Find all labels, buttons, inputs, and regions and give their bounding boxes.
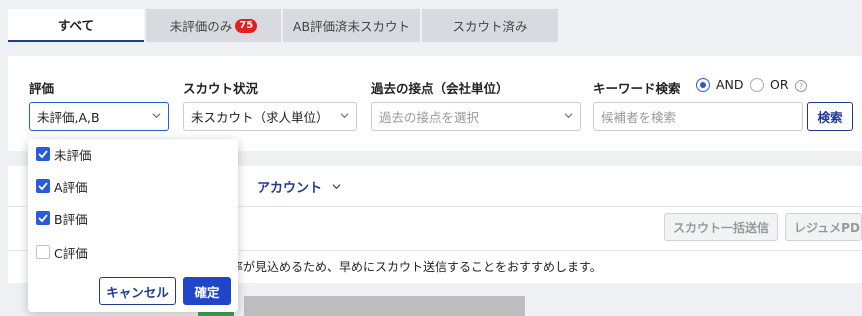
- keyword-search-input[interactable]: 候補者を検索: [593, 102, 803, 131]
- tab-bar: すべて 未評価のみ 75 AB評価済未スカウト スカウト済み: [8, 9, 560, 42]
- past-contact-placeholder: 過去の接点を選択: [379, 110, 480, 125]
- past-contact-select[interactable]: 過去の接点を選択: [371, 102, 581, 131]
- scout-status-select-value: 未スカウト（求人単位）: [191, 110, 329, 125]
- evaluation-select[interactable]: 未評価,A,B: [29, 102, 169, 131]
- past-contact-label: 過去の接点（会社単位）: [371, 81, 509, 96]
- resume-pdf-button[interactable]: レジュメPDF: [785, 213, 862, 241]
- or-radio-label: OR: [770, 77, 789, 92]
- unevaluated-count-badge: 75: [235, 18, 258, 33]
- tab-unevaluated-label: 未評価のみ: [169, 19, 233, 34]
- evaluation-label: 評価: [29, 81, 55, 96]
- tab-scouted-label: スカウト済み: [452, 19, 528, 34]
- option-label: C評価: [54, 245, 88, 261]
- confirm-button[interactable]: 確定: [183, 277, 231, 305]
- bulk-scout-button[interactable]: スカウト一括送信: [664, 213, 778, 241]
- cancel-button[interactable]: キャンセル: [99, 277, 176, 305]
- option-label: 未評価: [54, 147, 92, 163]
- tab-unevaluated[interactable]: 未評価のみ 75: [146, 9, 281, 42]
- scout-status-label: スカウト状況: [183, 81, 259, 96]
- option-a[interactable]: A評価: [36, 176, 88, 196]
- chevron-down-icon: [564, 113, 573, 119]
- help-icon[interactable]: ?: [795, 80, 807, 92]
- tab-ab-label: AB評価済未スカウト: [292, 19, 411, 34]
- option-unevaluated[interactable]: 未評価: [36, 144, 92, 164]
- placeholder-block: [244, 296, 525, 316]
- chevron-down-icon: [340, 113, 349, 119]
- checkbox-checked-icon[interactable]: [36, 179, 50, 193]
- option-c[interactable]: C評価: [36, 242, 88, 262]
- option-label: A評価: [54, 179, 88, 195]
- and-radio[interactable]: [696, 78, 710, 92]
- account-link[interactable]: アカウント: [257, 177, 322, 196]
- tab-all-label: すべて: [57, 18, 95, 33]
- option-label: B評価: [54, 211, 88, 227]
- chevron-down-icon: [152, 113, 161, 119]
- and-radio-label: AND: [716, 77, 744, 92]
- evaluation-select-value: 未評価,A,B: [37, 110, 100, 125]
- tab-all[interactable]: すべて: [8, 9, 144, 42]
- chevron-down-icon[interactable]: [332, 182, 341, 191]
- checkbox-unchecked-icon[interactable]: [36, 245, 50, 259]
- evaluation-dropdown: 未評価 A評価 B評価 C評価 キャンセル 確定: [28, 139, 238, 312]
- keyword-search-placeholder: 候補者を検索: [601, 110, 677, 125]
- keyword-search-label: キーワード検索: [593, 81, 681, 96]
- option-b[interactable]: B評価: [36, 208, 88, 228]
- or-radio[interactable]: [750, 78, 764, 92]
- tab-ab-evaluated-not-scouted[interactable]: AB評価済未スカウト: [283, 9, 420, 42]
- search-button[interactable]: 検索: [807, 102, 853, 131]
- recommendation-note: 率が見込めるため、早めにスカウト送信することをおすすめします。: [231, 260, 602, 274]
- tab-scouted[interactable]: スカウト済み: [422, 9, 558, 42]
- checkbox-checked-icon[interactable]: [36, 147, 50, 161]
- scout-status-select[interactable]: 未スカウト（求人単位）: [183, 102, 357, 131]
- filter-panel: 評価 スカウト状況 過去の接点（会社単位） キーワード検索 AND OR ? 未…: [8, 56, 862, 151]
- checkbox-checked-icon[interactable]: [36, 211, 50, 225]
